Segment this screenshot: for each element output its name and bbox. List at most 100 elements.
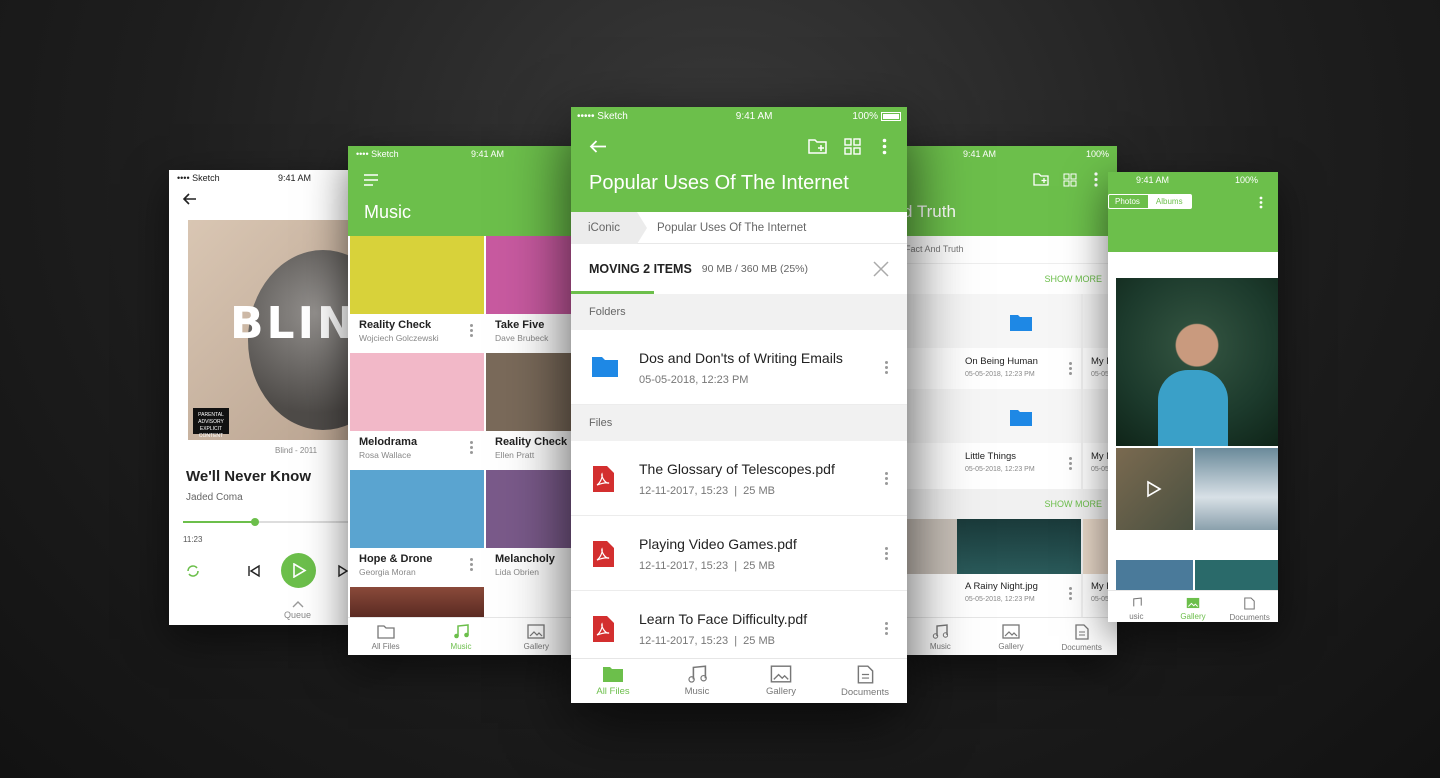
- file-row[interactable]: Playing Video Games.pdf 12-11-2017, 15:23…: [571, 516, 907, 591]
- photo-thumb[interactable]: [1195, 448, 1278, 530]
- image-icon: [1186, 597, 1200, 609]
- add-folder-icon[interactable]: [1033, 172, 1049, 186]
- album-card[interactable]: Reality Check Ellen Pratt: [486, 353, 574, 468]
- pdf-icon: [593, 616, 614, 642]
- tile-meta: 05-05-2018, 12:23 PM: [965, 371, 1035, 378]
- more-vertical-icon[interactable]: [885, 620, 889, 637]
- tab-music[interactable]: Music: [423, 618, 498, 655]
- show-more-link[interactable]: SHOW MORE: [1045, 274, 1103, 284]
- chevron-up-icon[interactable]: [292, 600, 304, 608]
- more-vertical-icon[interactable]: [1069, 360, 1073, 377]
- tab-documents[interactable]: Documents: [1046, 618, 1117, 655]
- moving-size: 90 MB / 360 MB (25%): [701, 263, 809, 275]
- add-folder-icon[interactable]: [808, 138, 827, 155]
- music-screen: •••• Sketch 9:41 AM Music Reality Check W…: [348, 146, 574, 655]
- show-more-link[interactable]: SHOW MORE: [1045, 499, 1103, 509]
- album-title: Take Five: [495, 319, 545, 331]
- tab-gallery[interactable]: Gallery: [739, 659, 823, 703]
- close-icon[interactable]: [873, 261, 889, 277]
- tab-all-files[interactable]: All Files: [348, 618, 423, 655]
- album-artist: Dave Brubeck: [495, 333, 549, 343]
- segment-albums[interactable]: Albums: [1147, 195, 1191, 208]
- tab-bar: All Files Music Gallery: [348, 617, 574, 655]
- tab-label: Gallery: [765, 686, 797, 697]
- file-meta: 12-11-2017, 15:23 | 25 MB: [639, 635, 775, 647]
- album-artist: Georgia Moran: [359, 567, 416, 577]
- carrier-label: •••• Sketch: [356, 149, 399, 159]
- breadcrumb-item-root[interactable]: iConic: [571, 211, 647, 244]
- file-row[interactable]: Learn To Face Difficulty.pdf 12-11-2017, …: [571, 591, 907, 666]
- album-card[interactable]: Melancholy Lida Obrien: [486, 470, 574, 585]
- album-card[interactable]: Take Five Dave Brubeck: [486, 236, 574, 351]
- more-vertical-icon[interactable]: [1069, 585, 1073, 602]
- file-list: The Glossary of Telescopes.pdf 12-11-2017…: [571, 441, 907, 666]
- tab-gallery[interactable]: Gallery: [499, 618, 574, 655]
- tab-music[interactable]: Music: [655, 659, 739, 703]
- more-vertical-icon[interactable]: [885, 359, 889, 376]
- tab-label: Gallery: [1180, 612, 1206, 621]
- album-card[interactable]: Melodrama Rosa Wallace: [350, 353, 484, 468]
- battery-label: 100%: [1234, 175, 1258, 185]
- photo-thumb[interactable]: [1116, 560, 1193, 590]
- more-vertical-icon[interactable]: [885, 545, 889, 562]
- tab-gallery[interactable]: Gallery: [976, 618, 1047, 655]
- time-label: 9:41 AM: [735, 110, 773, 122]
- folder-tile[interactable]: Little Things 05-05-2018, 12:23 PM: [957, 389, 1081, 489]
- tab-documents[interactable]: Documents: [1221, 591, 1278, 622]
- folder-tile[interactable]: On Being Human 05-05-2018, 12:23 PM: [957, 294, 1081, 394]
- music-header: •••• Sketch 9:41 AM Music: [348, 146, 574, 236]
- back-arrow-icon[interactable]: [589, 139, 607, 154]
- photo-thumb[interactable]: [1116, 448, 1193, 530]
- album-cover: [350, 353, 484, 431]
- file-row[interactable]: The Glossary of Telescopes.pdf 12-11-2017…: [571, 441, 907, 516]
- album-card[interactable]: Reality Check Wojciech Golczewski: [350, 236, 484, 351]
- tab-gallery[interactable]: Gallery: [1165, 591, 1222, 622]
- carrier-label: •••• Sketch: [177, 173, 220, 183]
- more-vertical-icon[interactable]: [1094, 172, 1098, 187]
- segment-photos[interactable]: Photos: [1109, 195, 1148, 208]
- previous-icon[interactable]: [247, 564, 261, 578]
- tab-documents[interactable]: Documents: [823, 659, 907, 703]
- more-vertical-icon[interactable]: [882, 138, 887, 155]
- tab-label: Documents: [1061, 643, 1102, 652]
- tab-music[interactable]: Music: [905, 618, 976, 655]
- move-progress-bar: [571, 291, 654, 294]
- tab-all-files[interactable]: All Files: [571, 659, 655, 703]
- tab-music[interactable]: usic: [1108, 591, 1165, 622]
- progress-knob[interactable]: [251, 518, 259, 526]
- tile-name: A Rainy Night.jpg: [965, 581, 1038, 592]
- more-vertical-icon[interactable]: [1259, 196, 1263, 209]
- photo-thumb[interactable]: [1195, 560, 1278, 590]
- menu-icon[interactable]: [364, 174, 378, 186]
- play-button[interactable]: [281, 553, 316, 588]
- album-card[interactable]: Hope & Drone Georgia Moran: [350, 470, 484, 585]
- grid-view-icon[interactable]: [844, 138, 861, 155]
- tab-label: Documents: [1229, 613, 1270, 622]
- image-tile[interactable]: A Rainy Night.jpg 05-05-2018, 12:23 PM: [957, 519, 1081, 619]
- queue-label[interactable]: Queue: [284, 610, 311, 620]
- time-label: 9:41 AM: [963, 149, 997, 159]
- tab-label: usic: [1129, 612, 1144, 621]
- battery-label: 100%: [1085, 149, 1109, 159]
- more-vertical-icon[interactable]: [470, 439, 474, 456]
- repeat-icon[interactable]: [186, 564, 200, 578]
- more-vertical-icon[interactable]: [470, 322, 474, 339]
- more-vertical-icon[interactable]: [1069, 455, 1073, 472]
- music-note-icon: [1133, 597, 1143, 607]
- grid-view-icon[interactable]: [1063, 173, 1077, 187]
- album-artist: Lida Obrien: [495, 567, 539, 577]
- featured-photo[interactable]: [1116, 278, 1278, 446]
- time-label: 9:41 AM: [277, 173, 311, 183]
- album-caption: Blind - 2011: [275, 446, 318, 455]
- tab-label: Documents: [840, 687, 890, 698]
- more-vertical-icon[interactable]: [470, 556, 474, 573]
- album-title: Melodrama: [359, 436, 418, 448]
- back-arrow-icon[interactable]: [183, 192, 197, 206]
- status-bar: 9:41 AM 100%: [905, 146, 1117, 162]
- folder-preview: [957, 389, 1081, 443]
- play-icon: [1147, 480, 1162, 498]
- more-vertical-icon[interactable]: [885, 470, 889, 487]
- progress-track[interactable]: [183, 521, 359, 523]
- folder-row[interactable]: Dos and Don'ts of Writing Emails 05-05-20…: [571, 330, 907, 405]
- album-cover: [486, 236, 574, 314]
